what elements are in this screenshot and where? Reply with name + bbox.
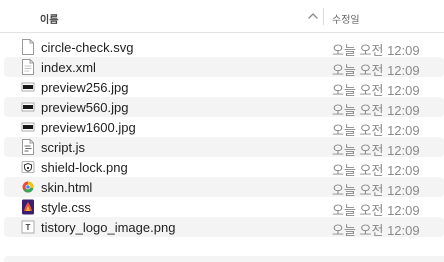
file-list: circle-check.svg 오늘 오전 12:09 index.xml 오… (0, 37, 444, 238)
file-name: index.xml (41, 60, 96, 75)
file-row[interactable]: skin.html 오늘 오전 12:09 (0, 177, 444, 198)
file-name: circle-check.svg (41, 40, 134, 55)
date-modified-column-header[interactable]: 수정일 (332, 11, 360, 26)
file-date: 오늘 오전 12:09 (332, 223, 420, 238)
empty-row-stripe (4, 256, 444, 262)
shield-image-icon (21, 161, 35, 173)
file-row[interactable]: shield-lock.png 오늘 오전 12:09 (0, 157, 444, 178)
name-column-header[interactable]: 이름 (40, 11, 58, 26)
file-name: preview1600.jpg (41, 120, 136, 135)
file-name: script.js (41, 140, 86, 155)
file-name: shield-lock.png (41, 160, 128, 175)
file-name: preview256.jpg (41, 80, 129, 95)
chevron-up-icon[interactable] (306, 9, 320, 23)
file-row[interactable]: preview560.jpg 오늘 오전 12:09 (0, 97, 444, 118)
svg-file-icon (22, 39, 34, 55)
text-file-icon (22, 59, 34, 75)
script-file-icon (22, 139, 34, 155)
file-row[interactable]: style.css 오늘 오전 12:09 (0, 197, 444, 218)
file-row[interactable]: circle-check.svg 오늘 오전 12:09 (0, 37, 444, 58)
column-divider[interactable] (323, 8, 324, 25)
png-file-icon: T (21, 220, 35, 234)
image-file-icon (21, 122, 35, 132)
html-file-icon (22, 181, 34, 193)
css-file-icon (22, 199, 34, 215)
file-row[interactable]: preview1600.jpg 오늘 오전 12:09 (0, 117, 444, 138)
file-name: style.css (41, 200, 91, 215)
file-row[interactable]: index.xml 오늘 오전 12:09 (0, 57, 444, 78)
column-header: 이름 수정일 (0, 0, 444, 33)
finder-list-view: 이름 수정일 circle-check.svg 오늘 오전 12:09 inde… (0, 0, 444, 262)
image-file-icon (21, 82, 35, 92)
file-name: skin.html (41, 180, 93, 195)
file-row[interactable]: T tistory_logo_image.png 오늘 오전 12:09 (0, 217, 444, 238)
svg-text:T: T (26, 223, 31, 232)
file-row[interactable]: preview256.jpg 오늘 오전 12:09 (0, 77, 444, 98)
file-row[interactable]: script.js 오늘 오전 12:09 (0, 137, 444, 158)
image-file-icon (21, 102, 35, 112)
file-name: tistory_logo_image.png (41, 220, 176, 235)
file-name: preview560.jpg (41, 100, 129, 115)
